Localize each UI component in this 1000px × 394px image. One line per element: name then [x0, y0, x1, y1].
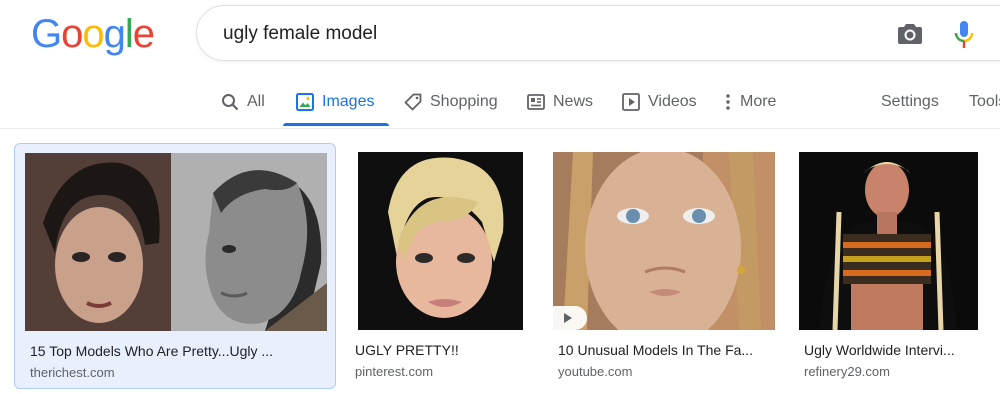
tab-all[interactable]: All — [221, 78, 265, 126]
image-icon — [296, 93, 314, 111]
tab-label: More — [740, 93, 777, 110]
search-tabs: All Images Shopping News Videos More Set… — [0, 78, 1000, 128]
logo-letter: g — [103, 12, 126, 56]
tab-images[interactable]: Images — [296, 78, 374, 126]
video-badge — [553, 306, 587, 330]
tab-news[interactable]: News — [527, 78, 593, 126]
tab-label: News — [553, 93, 594, 110]
active-tab-indicator — [283, 123, 389, 126]
camera-icon[interactable] — [897, 22, 923, 46]
tab-more[interactable]: More — [724, 78, 776, 126]
logo-letter: e — [132, 12, 155, 56]
tools-label: Tools — [969, 93, 1000, 110]
logo-letter: G — [31, 12, 62, 56]
search-icon — [222, 94, 239, 111]
search-input[interactable] — [223, 20, 863, 48]
result-title[interactable]: 10 Unusual Models In The Fa... — [558, 342, 753, 358]
image-result[interactable]: Ugly Worldwide Intervi... refinery29.com — [794, 143, 984, 389]
more-vert-icon — [726, 94, 730, 110]
tab-label: Videos — [648, 93, 697, 110]
result-title[interactable]: 15 Top Models Who Are Pretty...Ugly ... — [30, 343, 273, 359]
image-result[interactable]: 10 Unusual Models In The Fa... youtube.c… — [546, 143, 778, 389]
result-thumbnail[interactable] — [25, 153, 327, 331]
tab-label: All — [247, 93, 265, 110]
tab-label: Shopping — [430, 93, 498, 110]
image-result[interactable]: 15 Top Models Who Are Pretty...Ugly ... … — [14, 143, 336, 389]
settings-label: Settings — [881, 93, 939, 110]
result-source[interactable]: refinery29.com — [804, 364, 890, 379]
play-icon — [564, 313, 572, 323]
settings-link[interactable]: Settings — [881, 78, 939, 126]
mic-icon[interactable] — [953, 20, 975, 50]
result-thumbnail[interactable] — [799, 152, 978, 330]
newspaper-icon — [527, 94, 545, 110]
play-icon — [622, 93, 640, 111]
result-source[interactable]: pinterest.com — [355, 364, 433, 379]
tab-shopping[interactable]: Shopping — [404, 78, 498, 126]
image-result[interactable]: UGLY PRETTY!! pinterest.com — [350, 143, 530, 389]
logo-letter: l — [124, 12, 134, 56]
logo-letter: o — [82, 12, 104, 56]
header-divider — [0, 128, 1000, 129]
logo-letter: o — [61, 12, 83, 56]
result-title[interactable]: UGLY PRETTY!! — [355, 342, 459, 358]
result-source[interactable]: therichest.com — [30, 365, 115, 380]
tab-label: Images — [322, 93, 375, 110]
tag-icon — [404, 93, 422, 111]
google-logo[interactable]: Google — [31, 12, 155, 56]
result-title[interactable]: Ugly Worldwide Intervi... — [804, 342, 955, 358]
result-thumbnail[interactable] — [553, 152, 775, 330]
search-box — [196, 5, 1000, 61]
tab-videos[interactable]: Videos — [622, 78, 697, 126]
tools-link[interactable]: Tools — [969, 78, 1000, 126]
result-thumbnail[interactable] — [358, 152, 523, 330]
result-source[interactable]: youtube.com — [558, 364, 632, 379]
